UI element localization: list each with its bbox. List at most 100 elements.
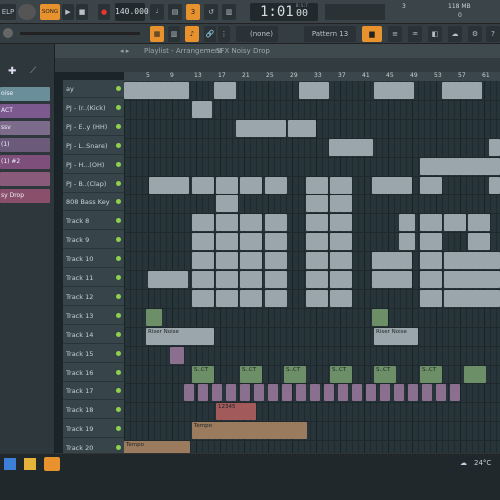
snap-dropdown[interactable]: (none)	[236, 26, 278, 42]
playlist-clip[interactable]	[352, 384, 362, 402]
playlist-clip[interactable]	[214, 82, 236, 99]
channel-rack-icon[interactable]: ▥	[168, 26, 180, 42]
playlist-clip[interactable]	[464, 365, 486, 383]
playlist-clip[interactable]	[240, 176, 262, 194]
playlist-clip[interactable]	[329, 138, 373, 156]
playlist-clip[interactable]	[265, 252, 287, 270]
timeline-ruler[interactable]: 591317212529333741454953576165	[124, 72, 500, 81]
playlist-clip[interactable]: S..CT	[420, 365, 442, 383]
playlist-clip[interactable]	[296, 384, 306, 402]
song-position-bar[interactable]	[20, 32, 140, 35]
playlist-clip[interactable]: Tempo	[192, 422, 307, 440]
track-header[interactable]: Track 9	[63, 231, 124, 250]
playlist-clip[interactable]	[468, 233, 490, 251]
track-enable-dot[interactable]	[116, 218, 121, 224]
track-enable-dot[interactable]	[116, 445, 121, 451]
playlist-clip[interactable]	[216, 271, 238, 288]
playlist-clip[interactable]	[366, 384, 376, 402]
playlist-clip[interactable]	[420, 289, 442, 307]
playlist-clip[interactable]	[192, 176, 214, 194]
playlist-clip[interactable]	[265, 271, 287, 288]
track-header[interactable]: Track 8	[63, 212, 124, 231]
playlist-clip[interactable]	[420, 233, 442, 251]
pattern-selector[interactable]: Pattern 13	[304, 26, 356, 42]
playlist-clip[interactable]	[374, 82, 414, 99]
track-header[interactable]: ay	[63, 80, 124, 98]
piano-roll-icon[interactable]: ♪	[185, 26, 199, 42]
playlist-clip[interactable]	[420, 214, 442, 232]
track-header[interactable]: Track 18	[63, 401, 124, 420]
playlist-clip[interactable]	[330, 289, 352, 307]
track-header[interactable]: Track 13	[63, 307, 124, 325]
file-explorer-icon[interactable]	[24, 458, 36, 470]
tempo-display[interactable]: 140.000	[115, 3, 149, 21]
playlist-clip[interactable]	[422, 384, 432, 402]
song-mode-toggle[interactable]: SONG	[40, 4, 60, 20]
playlist-clip[interactable]	[330, 252, 352, 270]
playlist-clip[interactable]	[254, 384, 264, 402]
track-enable-dot[interactable]	[116, 123, 121, 129]
playlist-clip[interactable]	[372, 271, 412, 288]
track-enable-dot[interactable]	[116, 256, 121, 262]
playlist-clip[interactable]	[299, 82, 329, 99]
playlist-clip[interactable]	[265, 214, 287, 232]
track-header[interactable]: Track 14	[63, 326, 124, 344]
playlist-clip[interactable]	[338, 384, 348, 402]
wait-input-icon[interactable]: ▤	[168, 4, 182, 20]
playlist-clip[interactable]	[489, 176, 500, 194]
track-enable-dot[interactable]	[116, 331, 121, 337]
mixer-icon[interactable]: ▆	[362, 26, 382, 42]
playlist-clip[interactable]: S..CT	[330, 365, 352, 383]
track-enable-dot[interactable]	[116, 180, 121, 186]
playlist-clip[interactable]	[124, 82, 189, 99]
playlist-clip[interactable]: S..CT	[192, 365, 214, 383]
playlist-clip[interactable]	[192, 271, 214, 288]
playlist-clip[interactable]	[444, 214, 466, 232]
track-header[interactable]: PJ - L..Snare)	[63, 137, 124, 155]
track-header[interactable]: PJ - (r..(Kick)	[63, 99, 124, 117]
track-enable-dot[interactable]	[116, 86, 121, 91]
playlist-clip[interactable]	[324, 384, 334, 402]
track-header[interactable]: Track 19	[63, 420, 124, 439]
help-menu[interactable]: ELP	[0, 4, 16, 20]
playlist-clip[interactable]	[306, 214, 328, 232]
playlist-clip[interactable]	[330, 176, 352, 194]
countdown-icon[interactable]: 3	[186, 4, 200, 20]
master-volume-knob[interactable]	[18, 4, 36, 20]
playlist-clip[interactable]: S..CT	[374, 365, 396, 383]
playlist-clip[interactable]	[372, 252, 412, 270]
playlist-clip[interactable]	[330, 214, 352, 232]
playlist-clip[interactable]	[306, 252, 328, 270]
mixer-strip[interactable]	[0, 172, 50, 186]
playlist-clip[interactable]	[330, 271, 352, 288]
playlist-clip[interactable]	[444, 271, 500, 288]
arrow-left-icon[interactable]: ◂ ▸	[120, 44, 129, 58]
playlist-clip[interactable]: S..CT	[284, 365, 306, 383]
track-header[interactable]: 808 Bass Key	[63, 193, 124, 212]
playlist-clip[interactable]	[399, 233, 415, 251]
playlist-clip[interactable]	[442, 82, 482, 99]
playlist-clip[interactable]	[240, 214, 262, 232]
add-icon[interactable]: ✚	[8, 66, 16, 77]
step-edit-icon[interactable]: ▥	[222, 4, 236, 20]
playlist-clip[interactable]	[399, 214, 415, 232]
playlist-clip[interactable]	[265, 176, 287, 194]
playlist-clip[interactable]	[149, 176, 189, 194]
track-enable-dot[interactable]	[116, 237, 121, 243]
playlist-clip[interactable]: S..CT	[240, 365, 262, 383]
track-enable-dot[interactable]	[116, 388, 121, 394]
track-enable-dot[interactable]	[116, 142, 121, 148]
playlist-clip[interactable]	[212, 384, 222, 402]
playlist-clip[interactable]	[216, 195, 238, 213]
playlist-clip[interactable]	[372, 308, 388, 326]
track-enable-dot[interactable]	[116, 275, 121, 280]
playlist-grid[interactable]: Riser Noise Riser Noise S..CT S..CT S..CT S..…	[124, 81, 500, 458]
playlist-clip[interactable]	[468, 214, 490, 232]
plugin-icon[interactable]: ♒	[408, 26, 422, 42]
track-header[interactable]: PJ - B..(Clap)	[63, 175, 124, 193]
mixer-strip[interactable]: (1)	[0, 138, 50, 152]
mixer-strip[interactable]: (1) #2	[0, 155, 50, 169]
windows-start-icon[interactable]	[4, 458, 16, 470]
playlist-clip[interactable]	[420, 176, 442, 194]
fl-studio-taskbar-icon[interactable]	[44, 457, 60, 471]
